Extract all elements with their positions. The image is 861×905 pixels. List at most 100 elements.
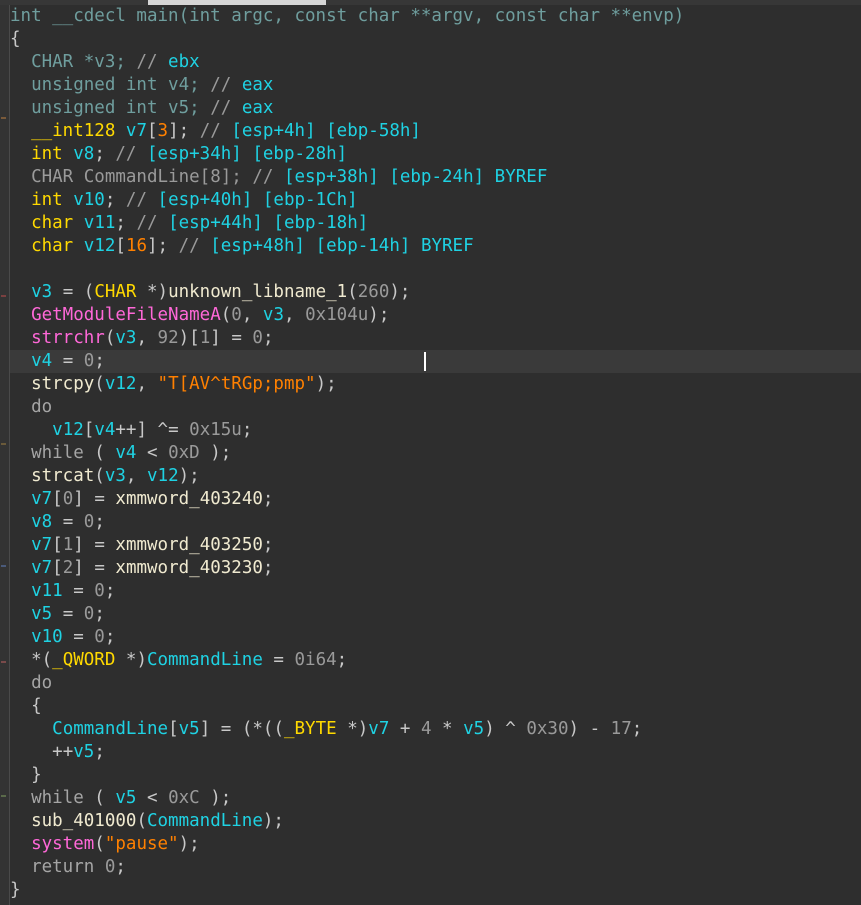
code-token: v5 — [31, 604, 53, 624]
code-line[interactable]: v4 = 0; — [10, 350, 861, 373]
code-line[interactable]: v10 = 0; — [10, 626, 861, 649]
code-token: "pause" — [104, 834, 179, 854]
code-token: v8 — [73, 144, 95, 164]
code-line[interactable] — [10, 258, 861, 281]
code-line[interactable]: GetModuleFileNameA(0, v3, 0x104u); — [10, 304, 861, 327]
code-line[interactable]: ++v5; — [10, 741, 861, 764]
code-line[interactable]: } — [10, 764, 861, 787]
code-token: v8 — [31, 512, 53, 532]
code-token: { — [31, 696, 42, 716]
code-line[interactable]: CommandLine[v5] = (*((_BYTE *)v7 + 4 * v… — [10, 718, 861, 741]
code-token: ] = — [73, 535, 116, 555]
code-token: ]; — [168, 121, 200, 141]
code-line[interactable]: while ( v4 < 0xD ); — [10, 442, 861, 465]
code-line[interactable]: CHAR CommandLine[8]; // [esp+38h] [ebp-2… — [10, 166, 861, 189]
code-token: = — [62, 627, 95, 647]
code-line[interactable]: sub_401000(CommandLine); — [10, 810, 861, 833]
code-token: 0xD — [168, 443, 200, 463]
code-token: eax — [241, 75, 274, 95]
code-line[interactable]: do — [10, 672, 861, 695]
code-line[interactable]: { — [10, 28, 861, 51]
code-line[interactable]: v7[2] = xmmword_403230; — [10, 557, 861, 580]
code-line[interactable]: strcat(v3, v12); — [10, 465, 861, 488]
code-token: 0 — [104, 857, 116, 877]
code-token: ; — [104, 190, 126, 210]
text-caret — [424, 352, 426, 371]
code-line[interactable]: do — [10, 396, 861, 419]
code-token: ( — [104, 328, 116, 348]
code-line[interactable]: v7[1] = xmmword_403250; — [10, 534, 861, 557]
code-token: v11 — [31, 581, 63, 601]
code-token: v7 — [31, 535, 53, 555]
code-token: _BYTE — [283, 719, 337, 739]
code-token: int — [31, 144, 63, 164]
code-line[interactable]: v7[0] = xmmword_403240; — [10, 488, 861, 511]
code-token: 0 — [94, 627, 105, 647]
code-token: [ — [115, 236, 126, 256]
code-line[interactable]: __int128 v7[3]; // [esp+4h] [ebp-58h] — [10, 120, 861, 143]
gutter-mark — [1, 565, 6, 567]
code-token: 92 — [157, 328, 179, 348]
marker-gutter[interactable] — [0, 5, 10, 905]
code-token: xmmword_403250 — [115, 535, 263, 555]
code-line[interactable]: strcpy(v12, "T[AV^tRGp;pmp"); — [10, 373, 861, 396]
code-line[interactable]: while ( v5 < 0xC ); — [10, 787, 861, 810]
code-line[interactable]: v3 = (CHAR *)unknown_libname_1(260); — [10, 281, 861, 304]
code-line[interactable]: int __cdecl main(int argc, const char **… — [10, 5, 861, 28]
code-token: ; — [262, 328, 274, 348]
code-token: v3 — [104, 466, 126, 486]
code-line[interactable]: v8 = 0; — [10, 511, 861, 534]
code-token: system — [31, 834, 95, 854]
code-token: , — [241, 305, 263, 325]
code-line[interactable]: int v8; // [esp+34h] [ebp-28h] — [10, 143, 861, 166]
code-token: 0x15u — [189, 420, 242, 440]
pseudocode-code-area[interactable]: int __cdecl main(int argc, const char **… — [10, 5, 861, 905]
gutter-mark — [1, 295, 6, 297]
code-token: ; — [115, 213, 137, 233]
code-token: v12 — [147, 466, 179, 486]
code-token: ) - — [568, 719, 611, 739]
code-line[interactable]: unsigned int v5; // eax — [10, 97, 861, 120]
code-token: v5 — [463, 719, 485, 739]
code-token: // — [210, 98, 242, 118]
code-token: 0 — [83, 512, 95, 532]
code-token: ++] ^= — [115, 420, 190, 440]
code-token: ( — [94, 466, 105, 486]
code-line[interactable]: CHAR *v3; // ebx — [10, 51, 861, 74]
code-token: , — [283, 305, 306, 325]
code-line[interactable]: strrchr(v3, 92)[1] = 0; — [10, 327, 861, 350]
code-token: int — [31, 190, 63, 210]
code-token: // — [115, 144, 147, 164]
code-line[interactable]: } — [10, 879, 861, 902]
code-line[interactable]: int v10; // [esp+40h] [ebp-1Ch] — [10, 189, 861, 212]
code-line[interactable]: system("pause"); — [10, 833, 861, 856]
code-token: // — [199, 121, 232, 141]
code-token: unknown_libname_1 — [168, 282, 348, 302]
code-token: ); — [199, 443, 232, 463]
code-token: char — [31, 213, 74, 233]
code-token: 1 — [199, 328, 211, 348]
code-token: while — [31, 788, 84, 808]
code-token: ; — [104, 581, 116, 601]
code-line[interactable]: char v11; // [esp+44h] [ebp-18h] — [10, 212, 861, 235]
code-token: ; — [104, 627, 116, 647]
code-token: } — [10, 880, 21, 900]
code-line[interactable]: v5 = 0; — [10, 603, 861, 626]
code-line[interactable]: v11 = 0; — [10, 580, 861, 603]
code-line[interactable]: v12[v4++] ^= 0x15u; — [10, 419, 861, 442]
code-line[interactable]: char v12[16]; // [esp+48h] [ebp-14h] BYR… — [10, 235, 861, 258]
code-line[interactable]: unsigned int v4; // eax — [10, 74, 861, 97]
code-line[interactable]: *(_QWORD *)CommandLine = 0i64; — [10, 649, 861, 672]
code-line[interactable]: { — [10, 695, 861, 718]
code-line[interactable]: return 0; — [10, 856, 861, 879]
